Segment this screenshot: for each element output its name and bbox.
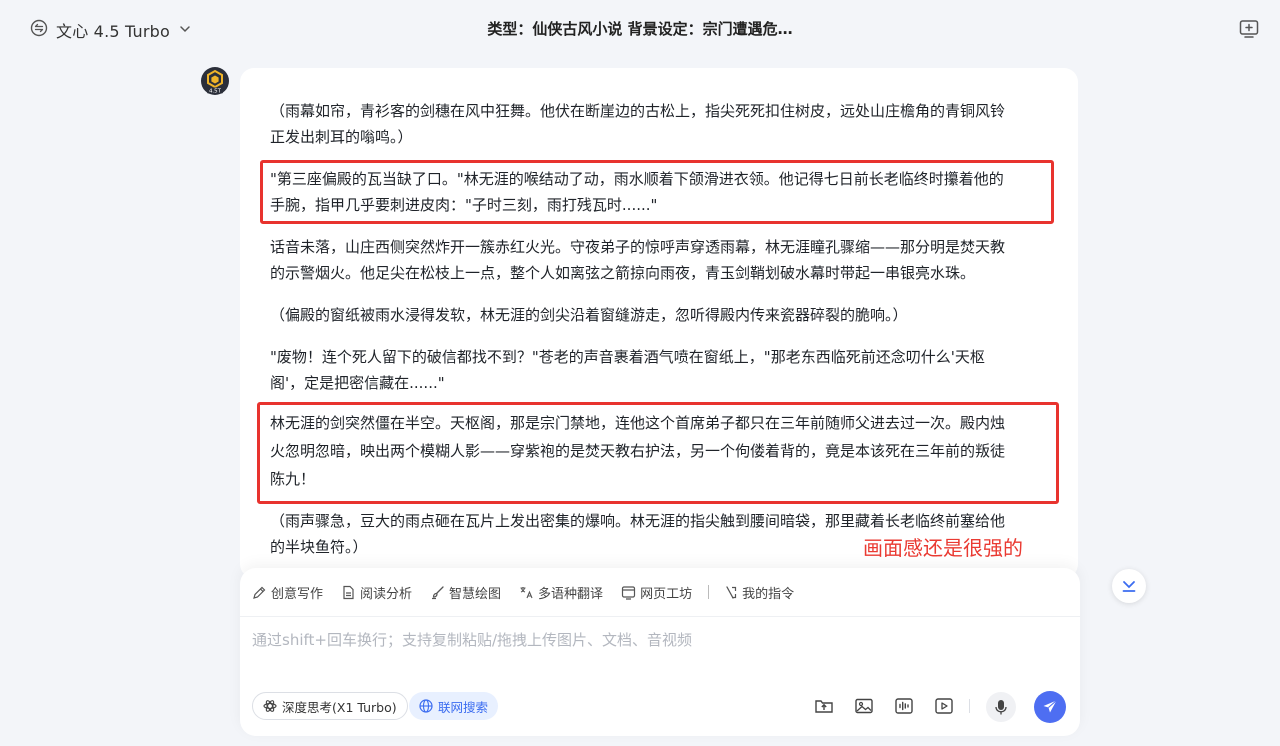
send-button[interactable] [1034,691,1066,723]
tool-smart-drawing[interactable]: 智慧绘图 [430,583,501,602]
reply-line: 阁'，定是把密信藏在......" [270,374,445,392]
image-icon [855,698,873,714]
tool-creative-writing[interactable]: 创意写作 [252,583,323,602]
reply-line: （雨声骤急，豆大的雨点砸在瓦片上发出密集的爆响。林无涯的指尖触到腰间暗袋，那里藏… [270,512,1006,530]
audio-icon [895,698,913,714]
page-title: 类型：仙侠古风小说 背景设定：宗门遭遇危… [487,20,793,38]
tool-web-workshop[interactable]: 网页工坊 [621,583,692,602]
browser-icon [621,585,636,600]
tool-divider [708,585,710,599]
top-bar: 文心 4.5 Turbo 类型：仙侠古风小说 背景设定：宗门遭遇危… [0,0,1280,58]
upload-image-button[interactable] [854,696,874,720]
upload-video-button[interactable] [934,696,954,720]
assistant-avatar: 4.5T [200,66,230,96]
upload-audio-button[interactable] [894,696,914,720]
reply-line: 的半块鱼符。） [270,538,368,556]
reply-line: 手腕，指甲几乎要刺进皮肉："子时三刻，雨打残瓦时......" [270,196,658,214]
pen-icon [253,586,266,599]
reply-line: （偏殿的窗纸被雨水浸得发软，林无涯的剑尖沿着窗缝游走，忽听得殿内传来瓷器碎裂的脆… [270,306,908,324]
reply-line: 林无涯的剑突然僵在半空。天枢阁，那是宗门禁地，连他这个首席弟子都只在三年前随师父… [270,414,1006,432]
web-search-toggle[interactable]: 联网搜索 [409,692,499,720]
reply-line: 话音未落，山庄西侧突然炸开一簇赤红火光。守夜弟子的惊呼声穿透雨幕，林无涯瞳孔骤缩… [270,238,1006,256]
send-icon [1043,700,1057,713]
voice-input-button[interactable] [986,692,1016,722]
globe-icon [419,699,433,713]
document-icon [343,585,354,599]
new-chat-icon [1239,20,1259,38]
upload-file-button[interactable] [814,696,834,720]
reply-line: （雨幕如帘，青衫客的剑穗在风中狂舞。他伏在断崖边的古松上，指尖死死扣住树皮，远处… [270,102,1006,120]
new-chat-button[interactable] [1238,18,1260,40]
reply-line: "第三座偏殿的瓦当缺了口。"林无涯的喉结动了动，雨水顺着下颌滑进衣领。他记得七日… [270,170,1004,188]
reply-line: 的示警烟火。他足尖在松枝上一点，整个人如离弦之箭掠向雨夜，青玉剑鞘划破水幕时带起… [270,264,976,282]
arrow-down-icon [1122,581,1136,592]
translate-icon [520,586,533,598]
action-divider [969,699,970,713]
video-icon [935,698,953,714]
composer: 创意写作 阅读分析 智慧绘图 多语种翻译 网页工坊 我的指令 深度思考(X1 T… [240,568,1080,736]
tool-my-commands[interactable]: 我的指令 [723,583,794,602]
atom-icon [263,700,277,712]
assistant-reply: （雨幕如帘，青衫客的剑穗在风中狂舞。他伏在断崖边的古松上，指尖死死扣住树皮，远处… [240,68,1078,578]
deep-think-toggle[interactable]: 深度思考(X1 Turbo) [252,692,408,720]
reply-line: 正发出刺耳的嗡鸣。） [270,128,413,146]
reply-line: 陈九！ [270,470,316,488]
tool-reading-analysis[interactable]: 阅读分析 [341,583,412,602]
tool-bar: 创意写作 阅读分析 智慧绘图 多语种翻译 网页工坊 我的指令 [252,582,812,602]
folder-upload-icon [815,700,833,713]
annotation-note: 画面感还是很强的 [863,536,1023,560]
brush-icon [432,585,444,599]
scroll-to-bottom-button[interactable] [1112,569,1146,603]
command-icon [726,585,737,599]
reply-line: "废物！连个死人留下的破信都找不到？"苍老的声音裹着酒气喷在窗纸上，"那老东西临… [270,348,985,366]
reply-line: 火忽明忽暗，映出两个模糊人影——穿紫袍的是焚天教右护法，另一个佝偻着背的，竟是本… [270,442,1006,460]
tool-translation[interactable]: 多语种翻译 [519,583,603,602]
prompt-input[interactable] [252,628,1062,652]
composer-divider [240,616,1080,617]
microphone-icon [995,700,1007,715]
avatar-badge: 4.5T [209,89,222,95]
